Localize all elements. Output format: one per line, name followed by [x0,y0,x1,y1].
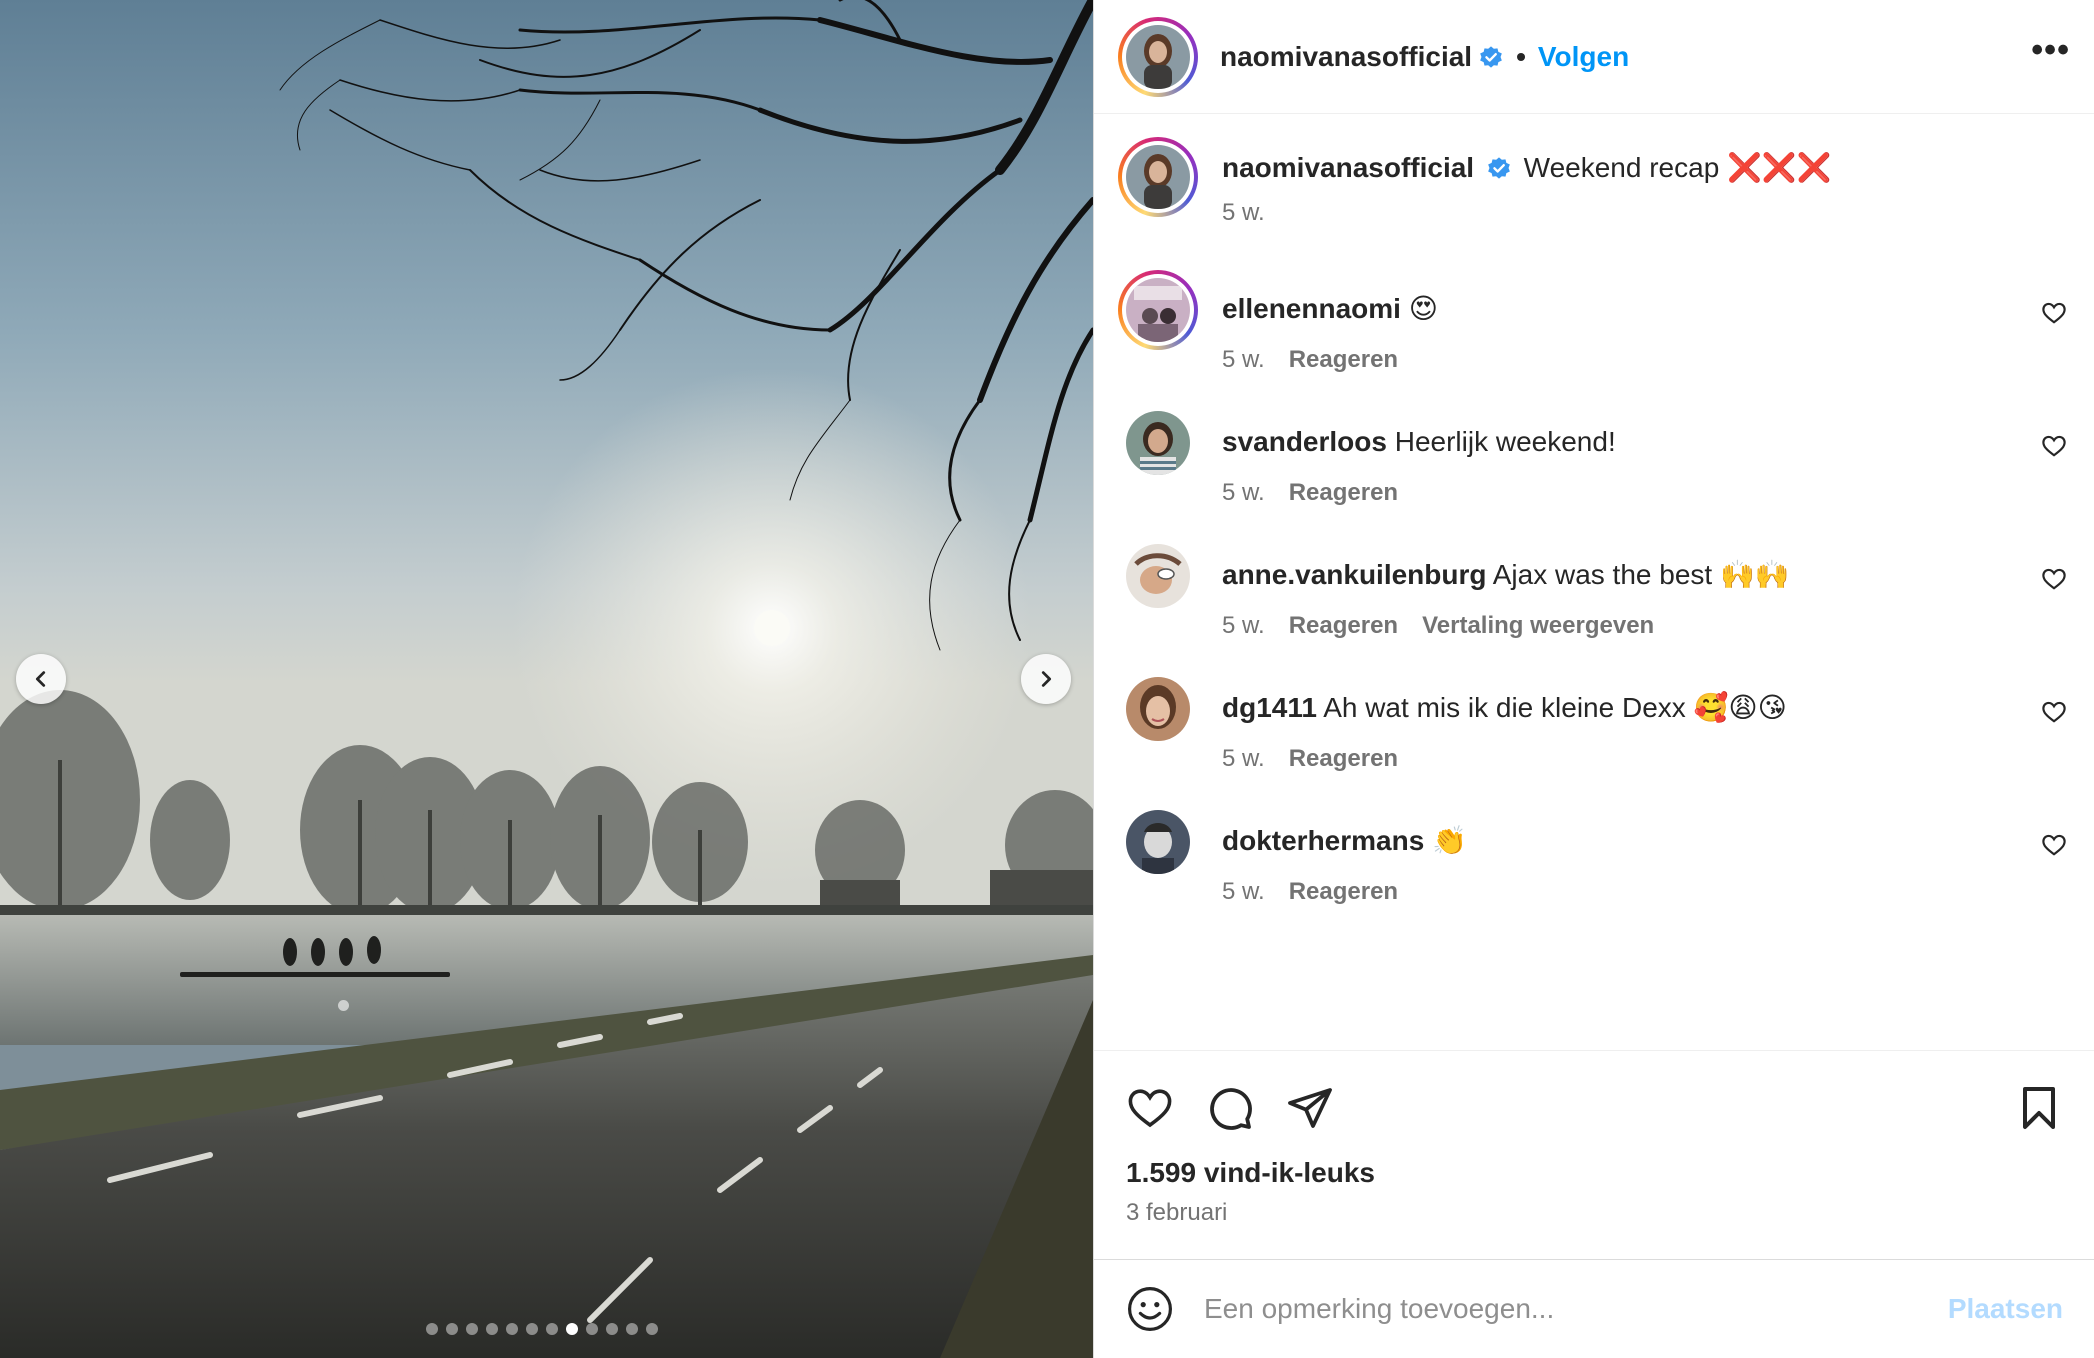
post-header: naomivanasofficial • Volgen ••• [1094,0,2094,114]
reply-button[interactable]: Reageren [1289,612,1398,640]
author-avatar[interactable] [1118,16,1198,97]
comment-text: 😍 [1408,293,1438,324]
more-icon: ••• [2031,31,2070,69]
comment-text: Ah wat mis ik die kleine Dexx 🥰😩😘 [1323,692,1787,723]
comment-avatar-image [1126,810,1190,874]
bookmark-icon[interactable] [2015,1084,2063,1132]
like-heart-icon[interactable] [1126,1084,1174,1132]
comment-age: 5 w. [1222,479,1265,506]
carousel-dot [546,1323,558,1335]
landscape-photo [0,0,1093,1358]
carousel-dot [446,1323,458,1335]
comment-row: svanderloos Heerlijk weekend! 5 w. Reager… [1118,403,2071,536]
reply-button[interactable]: Reageren [1289,745,1398,773]
comment-age: 5 w. [1222,612,1265,639]
tag-indicator [338,1000,349,1011]
like-comment-heart-icon[interactable] [2041,832,2067,858]
carousel-indicator [426,1323,658,1335]
comment-username[interactable]: dokterhermans [1222,825,1424,856]
carousel-dot [626,1323,638,1335]
comment-avatar[interactable] [1126,411,1190,475]
like-comment-heart-icon[interactable] [2041,300,2067,326]
comment-avatar[interactable] [1126,544,1190,608]
see-translation-button[interactable]: Vertaling weergeven [1422,612,1654,640]
comment-text: 👏 [1432,825,1467,856]
next-slide-button[interactable] [1021,654,1071,704]
likes-count[interactable]: 1.599 vind-ik-leuks [1126,1157,2063,1189]
post-caption: naomivanasofficial Weekend recap ❌❌❌ 5 w… [1118,137,2071,270]
comment-input[interactable] [1204,1293,1948,1325]
comments-list: naomivanasofficial Weekend recap ❌❌❌ 5 w… [1094,115,2094,1050]
comment-text: Ajax was the best 🙌🙌 [1492,559,1790,590]
comment-row: ellenennaomi 😍 5 w. Reageren [1118,270,2071,403]
comment-age: 5 w. [1222,745,1265,772]
comment-composer: Plaatsen [1094,1259,2094,1358]
comment-username[interactable]: ellenennaomi [1222,293,1401,324]
comment-age: 5 w. [1222,878,1265,905]
chevron-right-icon [1041,671,1052,687]
comment-row: dokterhermans 👏 5 w. Reageren [1118,802,2071,935]
carousel-dot [486,1323,498,1335]
author-username[interactable]: naomivanasofficial [1220,41,1472,73]
reply-button[interactable]: Reageren [1289,479,1398,507]
header-separator: • [1516,40,1526,72]
carousel-dot [606,1323,618,1335]
follow-button[interactable]: Volgen [1538,41,1629,73]
comment-row: dg1411 Ah wat mis ik die kleine Dexx 🥰😩😘… [1118,669,2071,802]
comment-row: anne.vankuilenburg Ajax was the best 🙌🙌 … [1118,536,2071,669]
caption-text: Weekend recap [1523,152,1720,183]
carousel-dot [646,1323,658,1335]
comment-avatar-image [1126,278,1190,342]
comment-avatar[interactable] [1126,810,1190,874]
post-sidebar: naomivanasofficial • Volgen ••• naomivan… [1093,0,2094,1358]
caption-age: 5 w. [1222,199,1265,226]
comment-username[interactable]: svanderloos [1222,426,1387,457]
comment-avatar[interactable] [1118,270,1198,350]
carousel-dot [426,1323,438,1335]
post-dialog: naomivanasofficial • Volgen ••• naomivan… [0,0,2094,1358]
post-date: 3 februari [1126,1199,1228,1226]
like-comment-heart-icon[interactable] [2041,433,2067,459]
verified-badge-icon [1488,156,1510,179]
emoji-icon[interactable] [1126,1285,1174,1333]
verified-badge-icon [1480,45,1502,68]
more-options-button[interactable]: ••• [2031,31,2070,82]
carousel-dot [586,1323,598,1335]
post-media[interactable] [0,0,1093,1358]
chevron-left-icon [35,671,46,687]
carousel-dot [506,1323,518,1335]
carousel-dot [466,1323,478,1335]
comment-avatar-image [1126,544,1190,608]
caption-username[interactable]: naomivanasofficial [1222,152,1474,183]
caption-emoji: ❌❌❌ [1727,152,1832,183]
comment-avatar-image [1126,411,1190,475]
comment-username[interactable]: dg1411 [1222,692,1317,723]
author-avatar-image [1126,24,1190,89]
comment-username[interactable]: anne.vankuilenburg [1222,559,1487,590]
comment-avatar[interactable] [1126,677,1190,741]
caption-avatar-image [1126,145,1190,209]
comment-avatar-image [1126,677,1190,741]
like-comment-heart-icon[interactable] [2041,566,2067,592]
carousel-dot-active [566,1323,578,1335]
comment-icon[interactable] [1206,1084,1254,1132]
reply-button[interactable]: Reageren [1289,878,1398,906]
caption-author-avatar[interactable] [1118,137,1198,217]
like-comment-heart-icon[interactable] [2041,699,2067,725]
previous-slide-button[interactable] [16,654,66,704]
comment-age: 5 w. [1222,346,1265,373]
post-comment-button[interactable]: Plaatsen [1948,1293,2063,1325]
share-icon[interactable] [1286,1084,1334,1132]
comment-text: Heerlijk weekend! [1394,426,1616,457]
post-actions: 1.599 vind-ik-leuks 3 februari [1094,1050,2094,1260]
carousel-dot [526,1323,538,1335]
reply-button[interactable]: Reageren [1289,346,1398,374]
